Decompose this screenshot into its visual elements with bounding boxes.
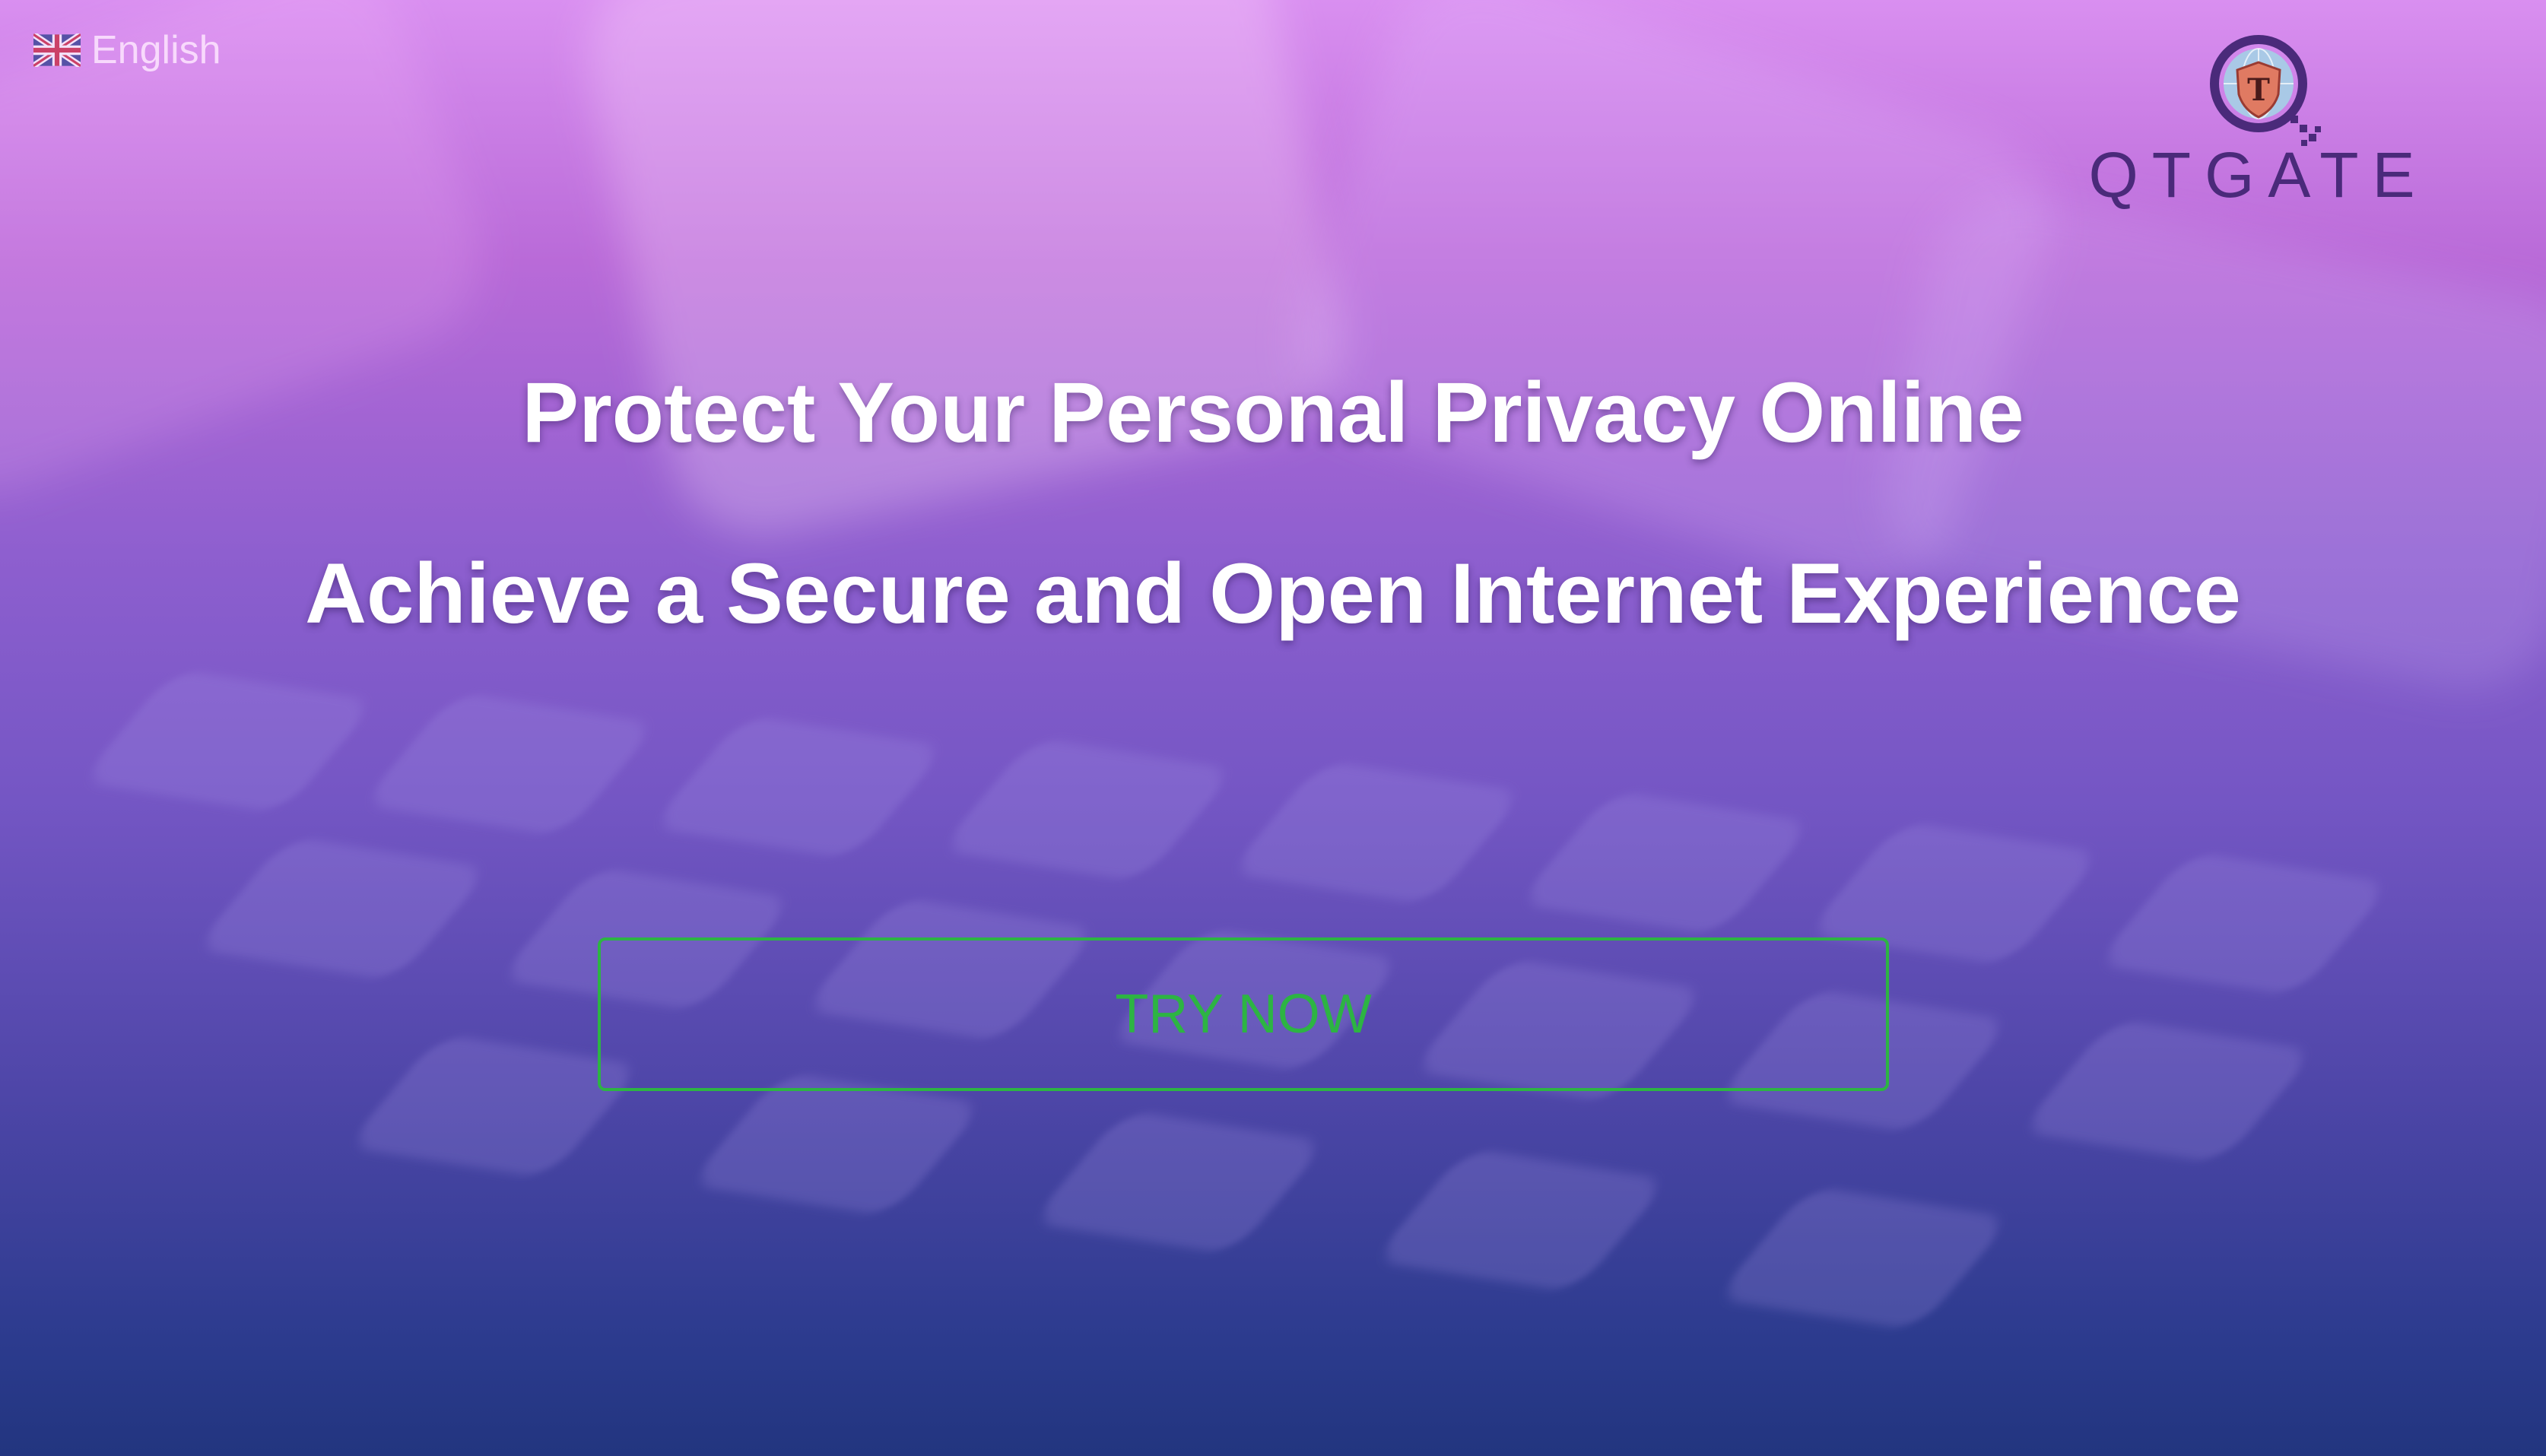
keyboard-key-shape	[78, 668, 378, 814]
language-label[interactable]: English	[91, 27, 221, 73]
keyboard-key-shape	[192, 836, 492, 982]
keyboard-key-shape	[1029, 1109, 1329, 1255]
keyboard-key-shape	[1227, 760, 1526, 906]
keyboard-key-shape	[2094, 851, 2393, 997]
keyboard-key-shape	[687, 1071, 986, 1217]
keyboard-key-shape	[1713, 1185, 2013, 1331]
language-selector[interactable]: English	[33, 27, 221, 73]
background-highlight	[570, 0, 1361, 552]
keyboard-key-shape	[649, 714, 948, 860]
brand-logo[interactable]: T QTGATE	[2053, 30, 2464, 211]
keyboard-key-shape	[1371, 1147, 1671, 1293]
keyboard-key-shape	[2017, 1018, 2317, 1164]
keyboard-key-shape	[360, 691, 659, 837]
try-now-button[interactable]: TRY NOW	[598, 937, 1889, 1091]
uk-flag-icon	[33, 33, 81, 67]
brand-name: QTGATE	[2088, 139, 2429, 211]
logo-mark-letter: T	[2247, 72, 2270, 108]
shield-globe-logo-icon: T	[2210, 35, 2321, 146]
hero-background	[0, 0, 2546, 1456]
hero-headline: Protect Your Personal Privacy Online	[522, 365, 2024, 460]
keyboard-key-shape	[1516, 790, 1815, 936]
hero-subheadline: Achieve a Secure and Open Internet Exper…	[305, 546, 2241, 641]
keyboard-key-shape	[938, 737, 1237, 883]
